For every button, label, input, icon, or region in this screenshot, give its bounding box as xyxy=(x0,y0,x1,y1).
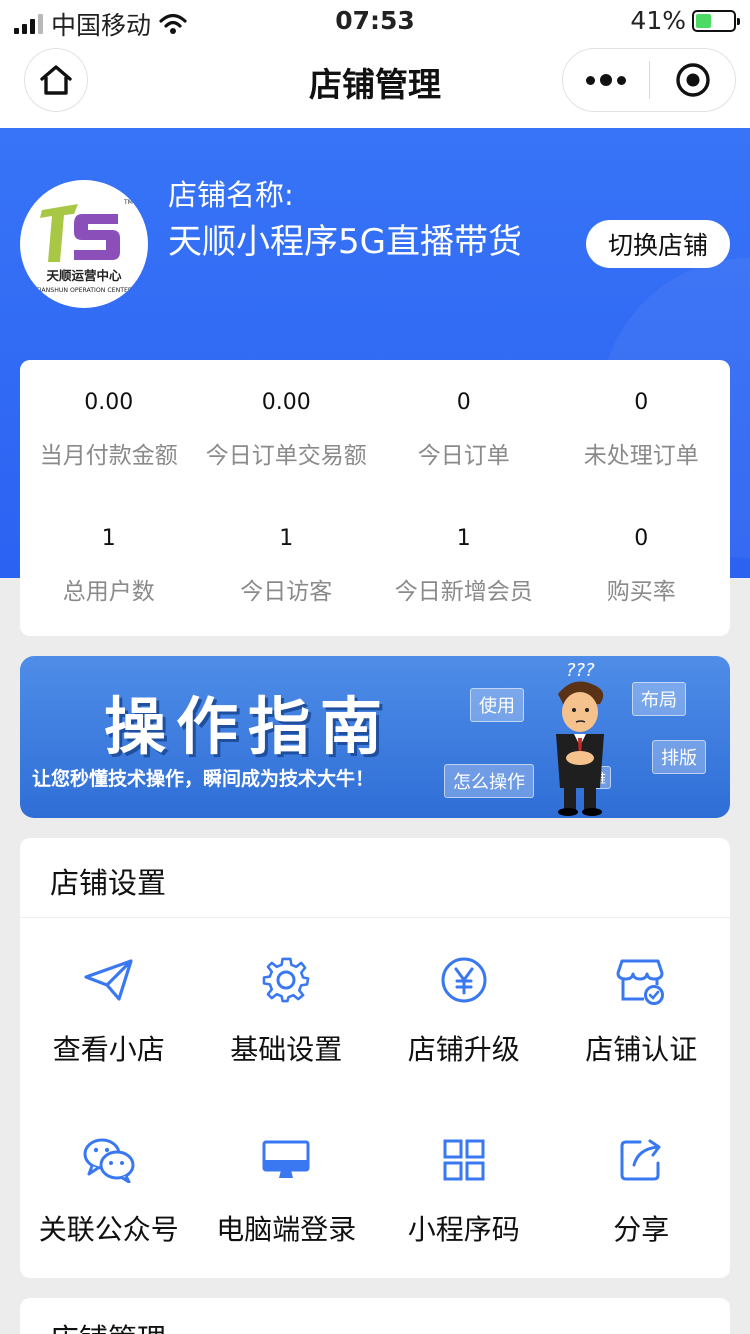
stat-label: 未处理订单 xyxy=(583,443,699,469)
pc-login-item[interactable]: 电脑端登录 xyxy=(198,1098,376,1278)
stat-label: 今日订单 xyxy=(417,443,510,469)
ts-logo-icon: TM 天顺运营中心 TIANSHUN OPERATION CENTER xyxy=(35,199,133,294)
stat-value: 1 xyxy=(456,526,471,551)
shop-upgrade-item[interactable]: 店铺升级 xyxy=(375,918,553,1098)
banner-subtitle: 让您秒懂技术操作，瞬间成为技术大牛！ xyxy=(32,768,375,790)
item-label: 电脑端登录 xyxy=(216,1213,357,1246)
link-official-account-item[interactable]: 关联公众号 xyxy=(20,1098,198,1278)
banner-title: 操作指南 xyxy=(104,690,393,763)
stat-pending-orders[interactable]: 0 未处理订单 xyxy=(553,360,731,496)
item-label: 店铺认证 xyxy=(585,1033,698,1066)
settings-title: 店铺设置 xyxy=(20,838,730,918)
banner-tag: 布局 xyxy=(632,682,686,716)
miniprogram-capsule xyxy=(562,48,736,112)
shop-logo: TM 天顺运营中心 TIANSHUN OPERATION CENTER xyxy=(20,180,148,308)
more-dot-icon xyxy=(586,75,595,85)
shop-name: 天顺小程序5G直播带货 xyxy=(168,222,522,262)
stat-today-order-amount[interactable]: 0.00 今日订单交易额 xyxy=(198,360,376,496)
item-label: 关联公众号 xyxy=(38,1213,179,1246)
mini-program-code-item[interactable]: 小程序码 xyxy=(375,1098,553,1278)
thinking-man-icon: ??? xyxy=(556,660,604,816)
stat-value: 1 xyxy=(279,526,294,551)
item-label: 小程序码 xyxy=(407,1213,520,1246)
shop-management-card: 店铺管理 xyxy=(20,1298,730,1334)
view-shop-item[interactable]: 查看小店 xyxy=(20,918,198,1098)
section-title: 店铺管理 xyxy=(50,1316,166,1334)
share-item[interactable]: 分享 xyxy=(553,1098,731,1278)
nav-bar: 店铺管理 xyxy=(0,42,750,128)
battery-info: 41% xyxy=(630,6,740,35)
item-label: 分享 xyxy=(613,1213,670,1246)
stat-label: 今日订单交易额 xyxy=(205,443,367,469)
more-button[interactable] xyxy=(563,49,649,111)
banner-tag: 怎么操作 xyxy=(444,764,534,798)
status-bar: 中国移动 07:53 41% xyxy=(0,0,750,42)
target-circle-icon xyxy=(675,63,710,97)
stat-value: 1 xyxy=(101,526,116,551)
more-dot-icon xyxy=(600,74,612,86)
operation-guide-banner[interactable]: 操作指南 让您秒懂技术操作，瞬间成为技术大牛！ 使用 布局 排版 怎么操作 难 … xyxy=(20,656,730,818)
stat-label: 今日新增会员 xyxy=(394,579,533,605)
shop-name-label: 店铺名称: xyxy=(168,178,294,212)
shop-verify-item[interactable]: 店铺认证 xyxy=(553,918,731,1098)
stat-value: 0 xyxy=(634,390,649,415)
stat-value: 0.00 xyxy=(84,390,134,415)
qr-code-icon xyxy=(443,1139,485,1181)
stat-label: 购买率 xyxy=(606,579,676,605)
basic-settings-item[interactable]: 基础设置 xyxy=(198,918,376,1098)
battery-icon xyxy=(692,9,740,32)
stat-value: 0 xyxy=(456,390,471,415)
stat-label: 今日访客 xyxy=(240,579,333,605)
share-icon xyxy=(620,1139,661,1181)
close-miniprogram-button[interactable] xyxy=(650,62,735,98)
switch-shop-button[interactable]: 切换店铺 xyxy=(586,220,730,268)
banner-tag: 排版 xyxy=(652,740,706,774)
stat-today-orders[interactable]: 0 今日订单 xyxy=(375,360,553,496)
stat-label: 总用户数 xyxy=(62,579,155,605)
more-dot-icon xyxy=(617,75,626,85)
stat-new-members[interactable]: 1 今日新增会员 xyxy=(375,496,553,632)
yen-circle-icon xyxy=(441,957,487,1003)
gear-icon xyxy=(262,957,310,1003)
stat-total-users[interactable]: 1 总用户数 xyxy=(20,496,198,632)
stat-today-visitors[interactable]: 1 今日访客 xyxy=(198,496,376,632)
stat-label: 当月付款金额 xyxy=(39,443,178,469)
monitor-icon xyxy=(262,1140,310,1178)
stat-month-payment[interactable]: 0.00 当月付款金额 xyxy=(20,360,198,496)
svg-text:天顺运营中心: 天顺运营中心 xyxy=(46,268,122,283)
battery-percent: 41% xyxy=(630,6,686,35)
item-label: 查看小店 xyxy=(52,1033,165,1066)
paper-plane-icon xyxy=(84,959,133,1001)
wechat-icon xyxy=(83,1138,135,1183)
banner-tag: 使用 xyxy=(470,688,524,722)
svg-text:TIANSHUN OPERATION CENTER: TIANSHUN OPERATION CENTER xyxy=(35,287,133,294)
item-label: 基础设置 xyxy=(230,1033,343,1066)
svg-text:TM: TM xyxy=(123,199,133,206)
store-verified-icon xyxy=(616,959,665,1005)
stat-value: 0.00 xyxy=(261,390,311,415)
settings-grid: 查看小店 基础设置 店铺升级 店铺认证 关联公众号 电脑端登录 小程序码 分享 xyxy=(20,918,730,1278)
stats-card: 0.00 当月付款金额 0.00 今日订单交易额 0 今日订单 0 未处理订单 … xyxy=(20,360,730,636)
item-label: 店铺升级 xyxy=(407,1033,520,1066)
stat-value: 0 xyxy=(634,526,649,551)
stat-purchase-rate[interactable]: 0 购买率 xyxy=(553,496,731,632)
svg-text:???: ??? xyxy=(566,660,595,681)
shop-settings-card: 店铺设置 查看小店 基础设置 店铺升级 店铺认证 关联公众号 电脑端登录 小程序… xyxy=(20,838,730,1278)
